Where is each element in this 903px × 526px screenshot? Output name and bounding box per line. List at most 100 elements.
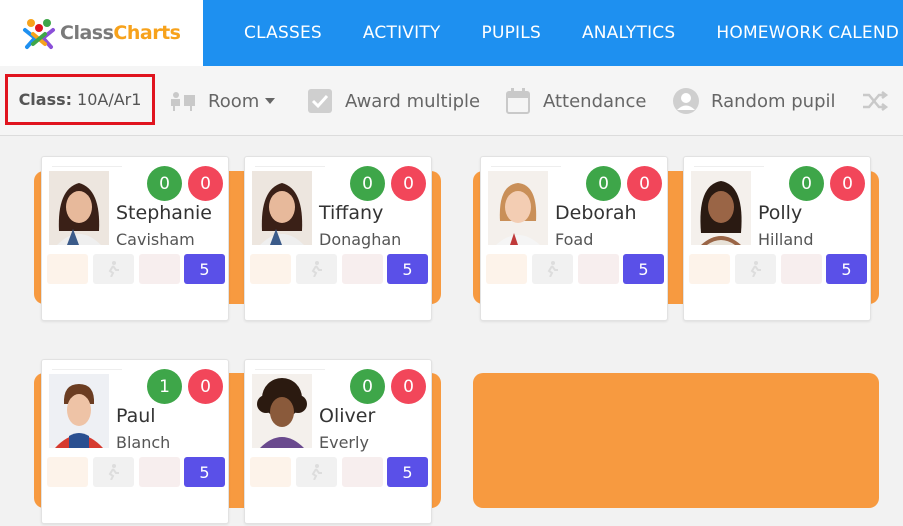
negative-points-badge[interactable]: 0 (188, 166, 223, 201)
avatar[interactable] (49, 171, 109, 245)
user-circle-icon (673, 88, 699, 114)
attendance-label: Attendance (543, 90, 647, 112)
pupil-first-name: Polly (758, 202, 803, 224)
nav-homework-calendar[interactable]: HOMEWORK CALEND (716, 23, 899, 43)
walking-icon (311, 261, 322, 277)
nav-activity[interactable]: ACTIVITY (363, 23, 441, 43)
avatar[interactable] (49, 374, 109, 448)
positive-points-badge[interactable]: 0 (147, 166, 182, 201)
status-chip[interactable] (342, 457, 383, 487)
status-chip[interactable] (342, 254, 383, 284)
pupil-last-name: Donaghan (319, 230, 402, 249)
class-value: 10A/Ar1 (77, 90, 142, 109)
class-selector[interactable]: Class: 10A/Ar1 (5, 74, 155, 125)
room-icon (170, 88, 196, 114)
pupil-last-name: Everly (319, 433, 369, 452)
status-chip[interactable] (139, 254, 180, 284)
positive-points-badge[interactable]: 0 (350, 369, 385, 404)
walking-icon (108, 464, 119, 480)
walking-icon (108, 261, 119, 277)
card-divider (52, 166, 122, 167)
card-divider (255, 369, 325, 370)
negative-points-badge[interactable]: 0 (830, 166, 865, 201)
avatar[interactable] (252, 374, 312, 448)
negative-points-badge[interactable]: 0 (627, 166, 662, 201)
room-dropdown[interactable]: Room (170, 66, 276, 135)
class-toolbar: Class: 10A/Ar1 Room Award multiple Atten… (0, 66, 903, 136)
seating-board: 0 0 Stephanie Cavisham 5 0 0 Tiffany Don… (0, 137, 903, 526)
status-chip[interactable] (47, 457, 88, 487)
status-chip[interactable] (486, 254, 527, 284)
avatar[interactable] (488, 171, 548, 245)
avatar[interactable] (691, 171, 751, 245)
pupil-card[interactable]: 0 0 Oliver Everly 5 (244, 359, 432, 524)
walking-icon (311, 464, 322, 480)
status-chip[interactable] (532, 254, 573, 284)
walking-icon (750, 261, 761, 277)
pupil-last-name: Cavisham (116, 230, 195, 249)
card-divider (52, 369, 122, 370)
avatar[interactable] (252, 171, 312, 245)
count-chip[interactable]: 5 (623, 254, 664, 284)
pupil-card[interactable]: 0 0 Polly Hilland 5 (683, 156, 871, 321)
pupil-last-name: Foad (555, 230, 594, 249)
chevron-down-icon (265, 98, 276, 104)
pupil-card[interactable]: 1 0 Paul Blanch 5 (41, 359, 229, 524)
shuffle-button[interactable] (862, 66, 900, 135)
pupil-first-name: Stephanie (116, 202, 212, 224)
status-chip[interactable] (296, 254, 337, 284)
pupil-card[interactable]: 0 0 Tiffany Donaghan 5 (244, 156, 432, 321)
random-pupil-label: Random pupil (711, 90, 836, 112)
negative-points-badge[interactable]: 0 (391, 166, 426, 201)
card-divider (694, 166, 764, 167)
pupil-first-name: Tiffany (319, 202, 384, 224)
room-label: Room (208, 90, 260, 112)
count-chip[interactable]: 5 (826, 254, 867, 284)
positive-points-badge[interactable]: 1 (147, 369, 182, 404)
status-chip[interactable] (296, 457, 337, 487)
walking-icon (547, 261, 558, 277)
status-chip[interactable] (93, 254, 134, 284)
pupil-card[interactable]: 0 0 Deborah Foad 5 (480, 156, 668, 321)
main-nav: CLASSES ACTIVITY PUPILS ANALYTICS HOMEWO… (203, 0, 903, 66)
pupil-card[interactable]: 0 0 Stephanie Cavisham 5 (41, 156, 229, 321)
brand-logo[interactable]: ClassCharts (0, 0, 203, 66)
card-divider (255, 166, 325, 167)
calendar-icon (505, 88, 531, 114)
status-chip[interactable] (578, 254, 619, 284)
status-chip[interactable] (781, 254, 822, 284)
status-chip[interactable] (250, 457, 291, 487)
positive-points-badge[interactable]: 0 (350, 166, 385, 201)
attendance-button[interactable]: Attendance (505, 66, 647, 135)
count-chip[interactable]: 5 (387, 254, 428, 284)
count-chip[interactable]: 5 (184, 254, 225, 284)
classcharts-logo-icon (22, 16, 56, 50)
nav-pupils[interactable]: PUPILS (482, 23, 541, 43)
status-chip[interactable] (689, 254, 730, 284)
pupil-last-name: Hilland (758, 230, 814, 249)
nav-analytics[interactable]: ANALYTICS (582, 23, 675, 43)
positive-points-badge[interactable]: 0 (789, 166, 824, 201)
status-chip[interactable] (93, 457, 134, 487)
pupil-last-name: Blanch (116, 433, 171, 452)
negative-points-badge[interactable]: 0 (188, 369, 223, 404)
random-pupil-button[interactable]: Random pupil (673, 66, 836, 135)
card-divider (491, 166, 561, 167)
status-chip[interactable] (47, 254, 88, 284)
empty-desk[interactable] (473, 373, 879, 508)
count-chip[interactable]: 5 (184, 457, 225, 487)
status-chip[interactable] (735, 254, 776, 284)
checkbox-icon (307, 88, 333, 114)
count-chip[interactable]: 5 (387, 457, 428, 487)
award-multiple-button[interactable]: Award multiple (307, 66, 480, 135)
top-bar: ClassCharts CLASSES ACTIVITY PUPILS ANAL… (0, 0, 903, 66)
negative-points-badge[interactable]: 0 (391, 369, 426, 404)
pupil-first-name: Oliver (319, 405, 376, 427)
shuffle-icon (862, 88, 888, 114)
class-label: Class: (18, 90, 73, 109)
nav-classes[interactable]: CLASSES (244, 23, 322, 43)
positive-points-badge[interactable]: 0 (586, 166, 621, 201)
pupil-first-name: Deborah (555, 202, 637, 224)
status-chip[interactable] (139, 457, 180, 487)
status-chip[interactable] (250, 254, 291, 284)
